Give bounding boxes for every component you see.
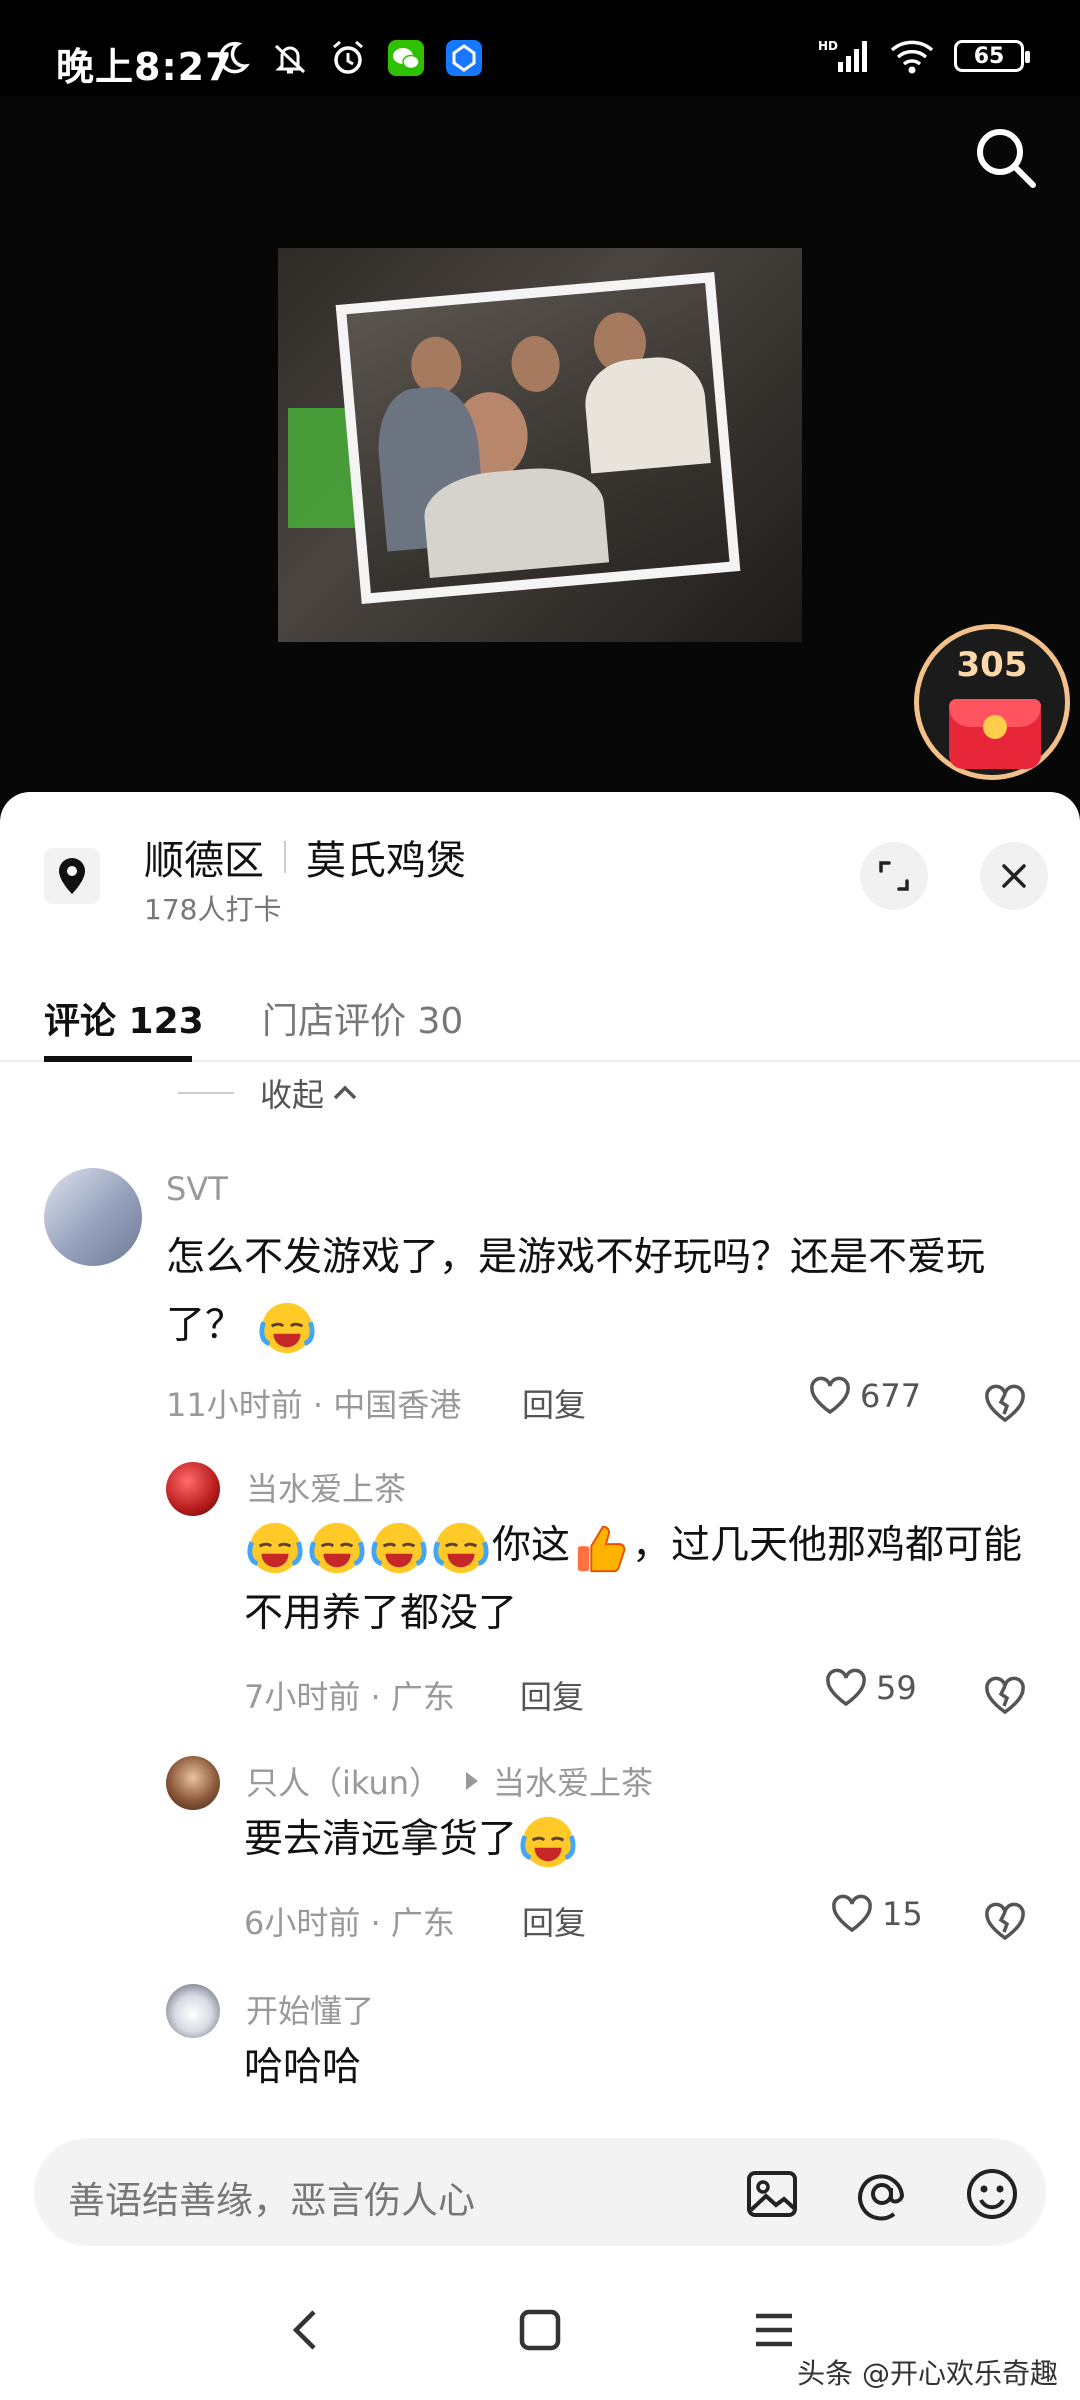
- laughing-crying-emoji-icon: [309, 1522, 365, 1573]
- alarm-icon: [333, 40, 363, 74]
- location-place: 莫氏鸡煲: [306, 838, 466, 884]
- bell-off-icon: [274, 44, 306, 74]
- watermark: 头条 @开心欢乐奇趣: [797, 2357, 1058, 2390]
- reply-button[interactable]: 回复: [522, 1380, 586, 1426]
- like-count: 15: [882, 1895, 923, 1933]
- collapse-line: [178, 1092, 234, 1094]
- status-icons-left: [212, 38, 484, 78]
- status-icons-right: HD 65: [818, 38, 1030, 74]
- tab-store-reviews[interactable]: 门店评价 30: [262, 982, 463, 1062]
- moon-icon: [219, 41, 250, 74]
- svg-text:HD: HD: [818, 39, 838, 53]
- location-pin-icon: [44, 848, 100, 904]
- comment-username[interactable]: SVT: [166, 1170, 228, 1208]
- battery-icon: 65: [954, 40, 1030, 72]
- comment-text: 哈哈哈: [244, 2045, 362, 2090]
- search-icon[interactable]: [966, 118, 1046, 198]
- comment-text: 怎么不发游戏了，是游戏不好玩吗？还是不爱玩了？: [166, 1224, 1046, 1360]
- video-photo: [278, 248, 802, 642]
- home-icon[interactable]: [516, 2306, 564, 2354]
- location-title[interactable]: 顺德区 莫氏鸡煲: [144, 828, 466, 886]
- reply-arrow-icon: [466, 1772, 479, 1790]
- comment-meta: 7小时前 · 广东: [244, 1678, 455, 1716]
- comment-text-part1: 你这: [492, 1523, 571, 1568]
- red-packet-button[interactable]: 305: [914, 624, 1070, 780]
- title-divider: [284, 841, 286, 873]
- comment-username-row: 只人（ikun） 当水爱上茶: [246, 1758, 653, 1804]
- like-button[interactable]: 59: [824, 1668, 917, 1708]
- collapse-label: 收起: [260, 1076, 325, 1114]
- menu-icon[interactable]: [750, 2306, 798, 2354]
- heart-icon: [832, 1894, 872, 1933]
- red-packet-count: 305: [956, 645, 1028, 685]
- back-icon[interactable]: [282, 2306, 330, 2354]
- laughing-crying-emoji-icon: [433, 1522, 489, 1573]
- tab-active-indicator: [44, 1056, 192, 1062]
- expand-button[interactable]: [860, 842, 928, 910]
- status-bar: 晚上8:27 HD 65: [0, 0, 1080, 96]
- laughing-crying-emoji-icon: [259, 1302, 315, 1353]
- comment-text: 你这 ，过几天他那鸡都可能不用养了都没了: [244, 1512, 1044, 1648]
- avatar[interactable]: [44, 1168, 142, 1266]
- tab-bar: 评论 123 门店评价 30: [0, 982, 1080, 1062]
- wifi-icon: [890, 40, 934, 74]
- laughing-crying-emoji-icon: [371, 1522, 427, 1573]
- reply-button[interactable]: 回复: [520, 1672, 584, 1718]
- expand-icon: [879, 861, 909, 891]
- comment-text-content: 要去清远拿货了: [244, 1817, 518, 1862]
- emoji-icon[interactable]: [964, 2166, 1020, 2222]
- avatar[interactable]: [166, 1756, 220, 1810]
- video-player[interactable]: 305: [0, 96, 1080, 816]
- reply-button[interactable]: 回复: [522, 1898, 586, 1944]
- like-count: 59: [876, 1669, 917, 1707]
- chevron-up-icon: [333, 1085, 357, 1100]
- system-nav-bar: 头条 @开心欢乐奇趣: [0, 2260, 1080, 2400]
- laughing-crying-emoji-icon: [520, 1816, 576, 1867]
- comment-meta: 11小时前 · 中国香港: [166, 1386, 462, 1424]
- like-count: 677: [860, 1377, 922, 1415]
- location-district: 顺德区: [144, 838, 264, 884]
- close-icon: [1002, 864, 1026, 888]
- wechat-icon: [388, 40, 424, 76]
- avatar[interactable]: [166, 1462, 220, 1516]
- dislike-icon[interactable]: [982, 1898, 1028, 1944]
- heart-icon: [826, 1668, 866, 1707]
- comment-input-placeholder: 善语结善缘，恶言伤人心: [68, 2179, 475, 2222]
- tab-comments[interactable]: 评论 123: [44, 982, 204, 1062]
- comment-input[interactable]: 善语结善缘，恶言伤人心: [34, 2138, 1046, 2246]
- mention-icon[interactable]: [854, 2166, 910, 2222]
- like-button[interactable]: 15: [830, 1894, 923, 1934]
- comment-username[interactable]: 开始懂了: [246, 1986, 374, 2032]
- status-time: 晚上8:27: [56, 45, 233, 89]
- heart-icon: [810, 1376, 850, 1415]
- close-button[interactable]: [980, 842, 1048, 910]
- comment-meta: 6小时前 · 广东: [244, 1904, 455, 1942]
- image-icon[interactable]: [744, 2166, 800, 2222]
- comment-username[interactable]: 只人（ikun）: [246, 1758, 441, 1804]
- thumbs-up-emoji-icon: [577, 1525, 626, 1572]
- dislike-icon[interactable]: [982, 1380, 1028, 1426]
- app-icon: [446, 40, 482, 76]
- reply-to-username[interactable]: 当水爱上茶: [493, 1758, 653, 1804]
- comment-username[interactable]: 当水爱上茶: [246, 1464, 406, 1510]
- like-button[interactable]: 677: [808, 1376, 921, 1416]
- red-envelope-icon: [949, 699, 1041, 769]
- collapse-replies-button[interactable]: 收起: [178, 1070, 360, 1116]
- avatar[interactable]: [166, 1984, 220, 2038]
- checkin-count: 178人打卡: [144, 893, 282, 926]
- hd-signal-icon: HD: [818, 39, 867, 72]
- comment-text: 要去清远拿货了: [244, 1806, 1044, 1874]
- dislike-icon[interactable]: [982, 1672, 1028, 1718]
- laughing-crying-emoji-icon: [247, 1522, 303, 1573]
